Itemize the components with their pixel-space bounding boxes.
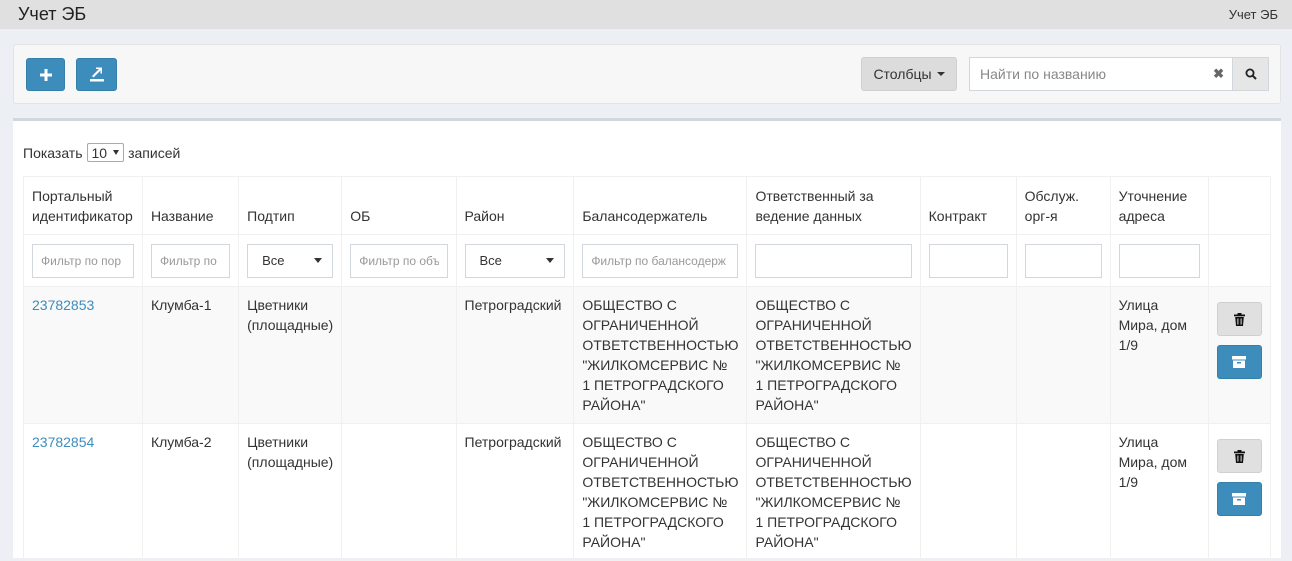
ob-cell [341, 423, 457, 561]
export-button[interactable] [76, 58, 117, 91]
trash-icon [1233, 312, 1245, 326]
holder-cell: ОБЩЕСТВО С ОГРАНИЧЕННОЙ ОТВЕТСТВЕННОСТЬЮ… [573, 286, 748, 424]
column-header[interactable]: Подтип [238, 176, 343, 235]
portal-id-link[interactable]: 23782853 [32, 297, 94, 313]
name-cell: Клумба-1 [141, 286, 240, 424]
trash-icon [1233, 449, 1245, 463]
service-org-cell [1015, 423, 1111, 561]
column-header[interactable]: Контракт [919, 176, 1017, 235]
plus-icon [39, 68, 52, 81]
table-row: 23782853 Клумба-1 Цветники (площадные) П… [23, 286, 1272, 424]
ob-filter[interactable] [350, 243, 448, 278]
district-filter-select[interactable]: Все [464, 243, 566, 278]
delete-button[interactable] [1216, 302, 1262, 336]
top-bar: Учет ЭБ Учет ЭБ [0, 0, 1292, 29]
filter-actions-cell [1207, 234, 1272, 287]
name-filter[interactable] [150, 243, 231, 278]
service-org-filter[interactable] [1024, 243, 1102, 278]
contract-filter[interactable] [928, 243, 1008, 278]
columns-label: Столбцы [873, 66, 932, 82]
page-length-select[interactable]: 10 [86, 143, 125, 162]
service-org-cell [1015, 286, 1111, 424]
district-cell: Петроградский [455, 286, 575, 424]
contract-cell [919, 286, 1017, 424]
archive-button[interactable] [1216, 482, 1262, 516]
toolbar: Столбцы ✖ [13, 44, 1281, 104]
table-row: 23782854 Клумба-2 Цветники (площадные) П… [23, 423, 1272, 561]
caret-down-icon [113, 150, 120, 155]
district-filter-value: Все [479, 252, 502, 268]
column-header-actions [1207, 176, 1272, 235]
holder-filter[interactable] [582, 243, 739, 278]
caret-down-icon [936, 72, 945, 76]
column-header[interactable]: Портальный идентификатор [23, 176, 143, 235]
caret-down-icon [314, 258, 323, 263]
columns-dropdown-button[interactable]: Столбцы [861, 57, 957, 91]
column-header[interactable]: Район [455, 176, 575, 235]
show-label: Показать [23, 144, 83, 161]
header-row: Портальный идентификатор Название Подтип… [23, 176, 1272, 235]
breadcrumb[interactable]: Учет ЭБ [1229, 7, 1278, 22]
actions-cell [1207, 286, 1272, 424]
export-icon [89, 67, 104, 81]
archive-button[interactable] [1216, 345, 1262, 379]
add-button[interactable] [26, 58, 65, 91]
column-header[interactable]: Ответственный за ведение данных [746, 176, 921, 235]
column-header[interactable]: Обслуж. орг-я [1015, 176, 1111, 235]
ob-cell [341, 286, 457, 424]
responsible-filter[interactable] [755, 243, 912, 278]
close-icon[interactable]: ✖ [1213, 66, 1224, 82]
responsible-cell: ОБЩЕСТВО С ОГРАНИЧЕННОЙ ОТВЕТСТВЕННОСТЬЮ… [746, 286, 921, 424]
holder-cell: ОБЩЕСТВО С ОГРАНИЧЕННОЙ ОТВЕТСТВЕННОСТЬЮ… [573, 423, 748, 561]
search-input[interactable] [969, 57, 1232, 91]
column-header[interactable]: Название [141, 176, 240, 235]
name-cell: Клумба-2 [141, 423, 240, 561]
subtype-cell: Цветники (площадные) [238, 423, 343, 561]
address-cell: Улица Мира, дом 1/9 [1109, 286, 1209, 424]
search-group: ✖ [969, 57, 1269, 91]
table-box: Показать 10 записей Портальный идентифик… [13, 118, 1281, 561]
delete-button[interactable] [1216, 439, 1262, 473]
subtype-cell: Цветники (площадные) [238, 286, 343, 424]
archive-icon [1232, 493, 1247, 505]
column-header[interactable]: ОБ [341, 176, 457, 235]
page-length-control: Показать 10 записей [23, 143, 180, 162]
responsible-cell: ОБЩЕСТВО С ОГРАНИЧЕННОЙ ОТВЕТСТВЕННОСТЬЮ… [746, 423, 921, 561]
address-filter[interactable] [1118, 243, 1200, 278]
data-table: Портальный идентификатор Название Подтип… [23, 176, 1272, 561]
page-length-value: 10 [91, 144, 108, 161]
portal-id-link[interactable]: 23782854 [32, 434, 94, 450]
caret-down-icon [546, 258, 555, 263]
page-title: Учет ЭБ [18, 4, 87, 24]
search-button[interactable] [1232, 57, 1269, 91]
subtype-filter-value: Все [262, 252, 285, 268]
contract-cell [919, 423, 1017, 561]
column-header[interactable]: Уточнение адреса [1109, 176, 1209, 235]
district-cell: Петроградский [455, 423, 575, 561]
search-icon [1245, 68, 1257, 80]
archive-icon [1232, 356, 1247, 368]
filter-row: Все Все [23, 234, 1272, 287]
entries-label: записей [128, 144, 181, 161]
portal-id-filter[interactable] [32, 243, 134, 278]
address-cell: Улица Мира, дом 1/9 [1109, 423, 1209, 561]
column-header[interactable]: Балансодержатель [573, 176, 748, 235]
actions-cell [1207, 423, 1272, 561]
subtype-filter-select[interactable]: Все [247, 243, 334, 278]
